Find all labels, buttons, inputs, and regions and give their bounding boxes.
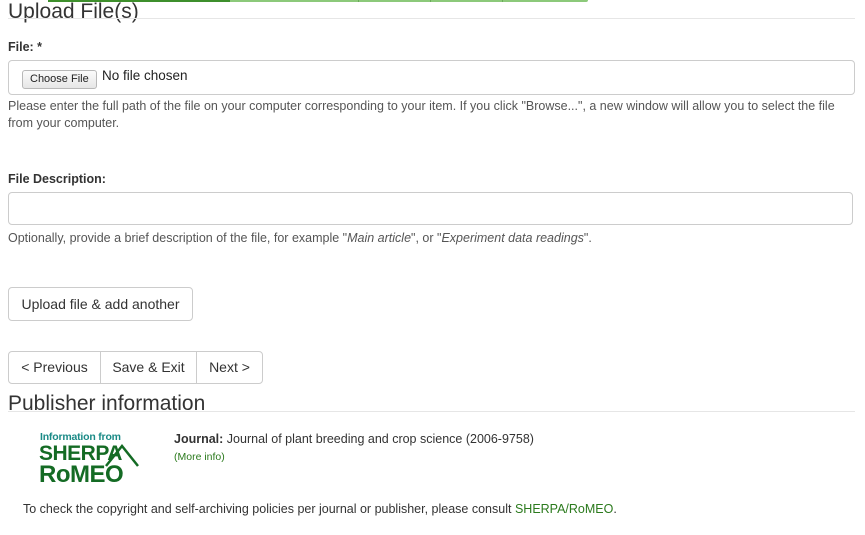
consult-text-end: .	[613, 502, 617, 516]
logo-swoosh-icon	[105, 443, 139, 467]
journal-info: Journal: Journal of plant breeding and c…	[174, 432, 534, 446]
upload-section-title: Upload File(s)	[8, 0, 139, 23]
section-divider	[8, 18, 855, 19]
help-text-mid: ", or "	[411, 231, 442, 245]
file-help-text: Please enter the full path of the file o…	[8, 99, 835, 130]
file-description-label: File Description:	[8, 172, 106, 186]
consult-text-body: To check the copyright and self-archivin…	[23, 502, 512, 516]
journal-value: Journal of plant breeding and crop scien…	[226, 432, 534, 446]
publisher-section-title: Publisher information	[8, 392, 206, 415]
file-description-input[interactable]	[8, 192, 853, 225]
navigation-button-group: < Previous Save & Exit Next >	[8, 351, 263, 384]
help-example-data-readings: Experiment data readings	[441, 231, 584, 245]
help-text-prefix: Optionally, provide a brief description …	[8, 231, 348, 245]
file-description-help: Optionally, provide a brief description …	[8, 230, 858, 247]
file-label: File: *	[8, 40, 43, 54]
progress-step-divider	[358, 0, 359, 2]
upload-add-another-button[interactable]: Upload file & add another	[8, 287, 193, 321]
journal-label: Journal:	[174, 432, 224, 446]
section-divider	[8, 411, 855, 412]
consult-text: To check the copyright and self-archivin…	[23, 502, 617, 516]
more-info-link[interactable]: (More info)	[174, 451, 225, 463]
sherpa-romeo-logo: Information from SHERPA RoMEO	[38, 430, 140, 488]
next-button[interactable]: Next >	[196, 351, 263, 384]
sherpa-romeo-link[interactable]: SHERPA/RoMEO	[515, 502, 613, 516]
help-example-main-article: Main article	[347, 231, 412, 245]
file-status-text: No file chosen	[102, 68, 188, 83]
previous-button[interactable]: < Previous	[8, 351, 101, 384]
progress-step-divider	[430, 0, 431, 2]
help-text-suffix: ".	[583, 231, 592, 245]
progress-step-divider	[502, 0, 503, 2]
save-exit-button[interactable]: Save & Exit	[100, 351, 197, 384]
file-input-field[interactable]: Choose File No file chosen	[8, 60, 855, 95]
choose-file-button[interactable]: Choose File	[22, 70, 97, 89]
